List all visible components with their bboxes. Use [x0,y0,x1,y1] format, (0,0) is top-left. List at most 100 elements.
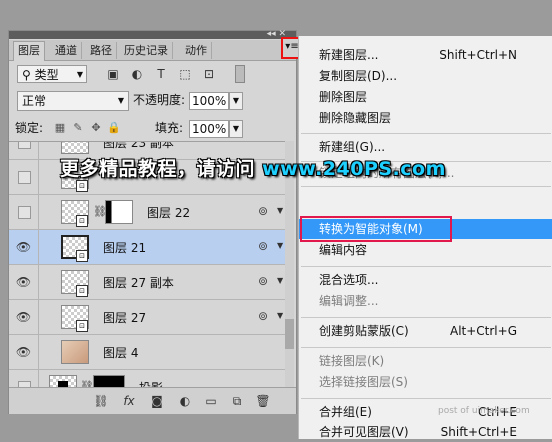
menu-item-label: 链接图层(K) [319,354,385,368]
expand-arrow-icon[interactable]: ▼ [277,206,283,215]
visibility-toggle[interactable] [9,160,39,194]
visibility-toggle[interactable]: 👁 [9,265,39,299]
lock-pixels-brush-icon[interactable]: ✎ [71,121,85,135]
pixel-filter-icon[interactable]: ▣ [105,66,121,82]
layer-row[interactable]: 👁 图层 4 [9,335,294,370]
eye-icon: 👁 [15,275,32,289]
add-mask-icon[interactable]: ◙ [149,393,165,409]
menu-item-create-clipping-mask[interactable]: 创建剪贴蒙版(C) Alt+Ctrl+G [299,321,552,341]
menu-item-delete-hidden-layers[interactable]: 删除隐藏图层 [299,108,552,128]
trash-icon[interactable]: 🗑 [255,393,271,409]
tab-history[interactable]: 历史记录 [120,42,173,59]
menu-item-merge-visible[interactable]: 合并可见图层(V) Shift+Ctrl+E [299,422,552,442]
panel-tabs: 图层 通道 路径 历史记录 动作 [9,40,296,61]
opacity-dropdown-icon[interactable]: ▼ [229,92,243,110]
smart-filter-icon[interactable]: ⊚ [258,274,268,288]
visibility-toggle[interactable]: 👁 [9,300,39,334]
menu-item-edit-adjustment[interactable]: 编辑调整... [299,291,552,311]
layer-name[interactable]: 图层 22 [147,204,190,221]
lock-all-icon[interactable]: 🔒 [107,121,121,135]
type-filter-icon[interactable]: T [153,66,169,82]
smart-object-badge-icon: ⊡ [76,215,88,227]
link-layers-icon[interactable]: ⛓ [93,393,109,409]
opacity-field[interactable]: 100% [189,92,229,110]
tab-actions[interactable]: 动作 [181,42,212,59]
menu-item-label: 复制图层(D)... [319,69,398,83]
fill-field[interactable]: 100% [189,120,229,138]
lock-transparent-icon[interactable]: ▦ [53,121,67,135]
visibility-toggle[interactable] [9,142,39,159]
layer-row[interactable]: ⊡ ⛓ 图层 22 ⊚ ▼ [9,195,294,230]
visibility-toggle[interactable]: 👁 [9,335,39,369]
adjustment-layer-icon[interactable]: ◐ [177,393,193,409]
layer-row[interactable]: 👁 ⊡ 图层 27 副本 ⊚ ▼ [9,265,294,300]
lock-label: 锁定: [15,121,44,135]
visibility-toggle[interactable]: 👁 [9,230,39,264]
menu-separator [301,266,551,267]
layer-name[interactable]: 图层 21 [103,239,146,256]
kind-filter-select[interactable]: ⚲ 类型 ▼ [17,65,87,83]
menu-item-edit-contents[interactable]: 编辑内容 [299,240,552,260]
menu-item-select-linked-layers[interactable]: 选择链接图层(S) [299,372,552,392]
smart-object-filter-icon[interactable]: ⊡ [201,66,217,82]
blend-mode-value: 正常 [22,94,47,108]
corner-watermark: post of uimaker.com [438,406,530,416]
shape-filter-icon[interactable]: ⬚ [177,66,193,82]
menu-item-blending-options[interactable]: 混合选项... [299,270,552,290]
menu-item-new-layer[interactable]: 新建图层... Shift+Ctrl+N [299,45,552,65]
kind-filter-value: 类型 [34,68,59,82]
panel-titlebar[interactable]: ◂◂ ✕ [9,29,296,39]
tab-layers[interactable]: 图层 [13,41,45,61]
smart-filter-icon[interactable]: ⊚ [258,204,268,218]
menu-item-label: 合并可见图层(V) [319,425,409,439]
filter-toggle[interactable] [235,65,245,83]
menu-item-duplicate-layer[interactable]: 复制图层(D)... [299,66,552,86]
fx-icon[interactable]: fx [121,393,137,409]
smart-filter-icon[interactable]: ⊚ [258,239,268,253]
menu-separator [301,398,551,399]
layer-name[interactable]: 图层 27 [103,309,146,326]
menu-item-shortcut: Alt+Ctrl+G [449,324,517,338]
smart-object-badge-icon: ⊡ [76,180,88,192]
new-group-icon[interactable]: ▭ [203,393,219,409]
layer-name[interactable]: 图层 23 副本 [103,142,174,151]
layer-name[interactable]: 图层 27 副本 [103,274,174,291]
visibility-toggle[interactable] [9,195,39,229]
expand-arrow-icon[interactable]: ▼ [277,276,283,285]
layers-panel: ◂◂ ✕ 图层 通道 路径 历史记录 动作 ▾≡ ⚲ 类型 ▼ ▣ ◐ T ⬚ … [8,29,303,414]
new-layer-icon[interactable]: ⧉ [229,393,245,409]
expand-arrow-icon[interactable]: ▼ [277,241,283,250]
eye-icon: 👁 [15,240,32,254]
fill-label: 填充: [155,121,184,135]
adjustment-filter-icon[interactable]: ◐ [129,66,145,82]
menu-item-label: 编辑内容 [319,243,368,257]
smart-filter-icon[interactable]: ⊚ [258,309,268,323]
layer-row[interactable]: ⛓ 投影 [9,370,294,388]
menu-item-link-layers[interactable]: 链接图层(K) [299,351,552,371]
menu-item-delete-layer[interactable]: 删除图层 [299,87,552,107]
chevron-down-icon: ▼ [76,70,83,79]
menu-item-label: 混合选项... [319,273,379,287]
layer-mask-thumbnail[interactable] [105,200,133,224]
menu-item-shortcut: Shift+Ctrl+E [440,425,517,439]
scrollbar-thumb[interactable] [285,319,294,349]
blend-mode-select[interactable]: 正常 ▼ [17,91,129,111]
fill-dropdown-icon[interactable]: ▼ [229,120,243,138]
canvas-background [0,0,552,30]
layer-thumbnail [61,340,89,364]
menu-separator [301,133,551,134]
smart-object-badge-icon: ⊡ [76,320,88,332]
layer-row-selected[interactable]: 👁 ⊡ 图层 21 ⊚ ▼ [9,230,294,265]
menu-item-label: 选择链接图层(S) [319,375,408,389]
menu-item-label: 创建剪贴蒙版(C) [319,324,409,338]
opacity-label: 不透明度: [133,93,186,107]
watermark-url: www.240PS.com [262,158,446,180]
lock-position-icon[interactable]: ✥ [89,121,103,135]
layer-name[interactable]: 图层 4 [103,344,138,361]
visibility-toggle[interactable] [9,370,39,388]
expand-arrow-icon[interactable]: ▼ [277,311,283,320]
tab-channels[interactable]: 通道 [51,42,82,59]
tab-paths[interactable]: 路径 [86,42,117,59]
eye-icon: 👁 [15,310,32,324]
layer-row[interactable]: 👁 ⊡ 图层 27 ⊚ ▼ [9,300,294,335]
